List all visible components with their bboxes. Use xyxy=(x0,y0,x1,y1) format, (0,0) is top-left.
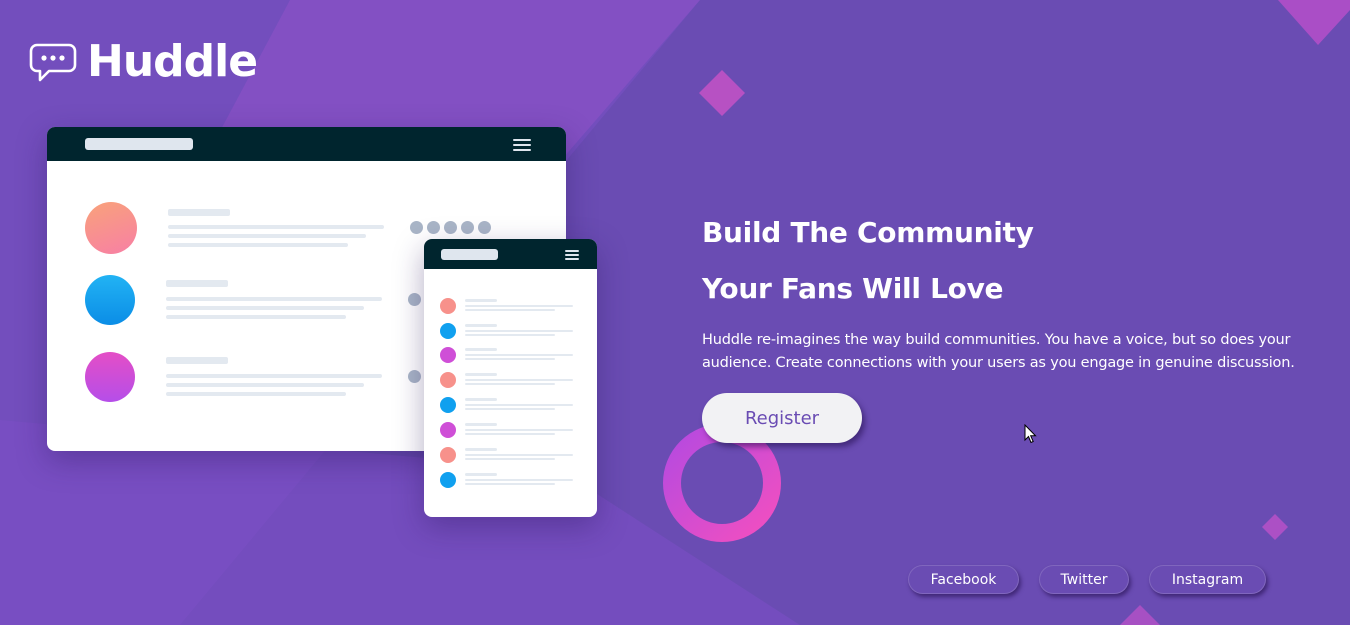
mockup-dot xyxy=(410,221,423,234)
hero-title-line1: Build The Community xyxy=(702,216,1034,249)
brand-logo[interactable]: Huddle xyxy=(29,36,258,87)
avatar xyxy=(85,275,135,325)
avatar xyxy=(85,352,135,402)
hero-title: Build The Community Your Fans Will Love xyxy=(702,205,1332,317)
mobile-mockup-illustration xyxy=(424,239,597,517)
register-button[interactable]: Register xyxy=(702,393,862,443)
hero-title-line2: Your Fans Will Love xyxy=(702,272,1004,305)
hero-description: Huddle re-imagines the way build communi… xyxy=(702,332,1295,371)
twitter-link[interactable]: Twitter xyxy=(1039,565,1129,594)
avatar xyxy=(85,202,137,254)
instagram-link[interactable]: Instagram xyxy=(1149,565,1266,594)
mouse-pointer-icon xyxy=(1024,424,1037,444)
mockup-list xyxy=(424,239,597,517)
brand-name: Huddle xyxy=(87,36,258,87)
hero-section: Build The Community Your Fans Will Love … xyxy=(702,205,1332,375)
chat-bubble-icon xyxy=(29,43,77,81)
social-links: Facebook Twitter Instagram xyxy=(908,565,1266,594)
facebook-link[interactable]: Facebook xyxy=(908,565,1019,594)
